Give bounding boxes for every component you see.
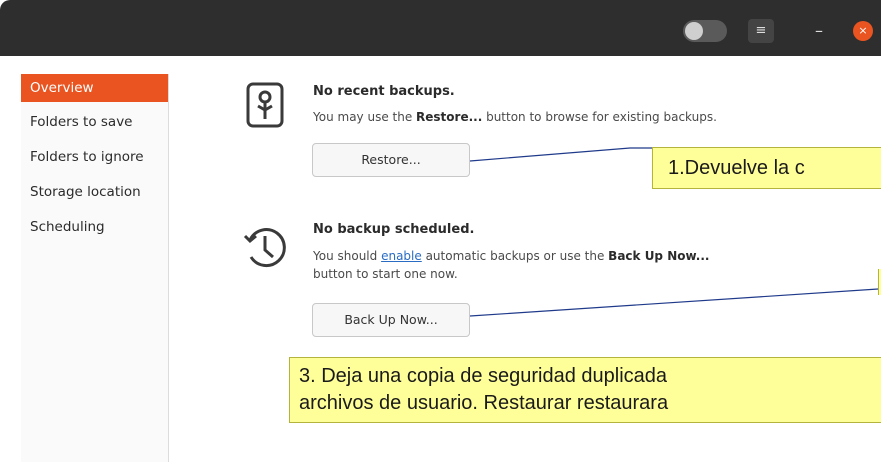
callout-3-line1: 3. Deja una copia de seguridad duplicada xyxy=(299,365,668,387)
backups-description: You may use the Restore... button to bro… xyxy=(313,110,717,124)
clock-history-icon xyxy=(243,228,286,268)
sidebar: Overview Folders to save Folders to igno… xyxy=(21,74,169,462)
hamburger-menu-icon[interactable]: ≡ xyxy=(748,19,774,43)
title-bar: ≡ – × xyxy=(0,0,881,56)
close-button[interactable]: × xyxy=(853,21,873,41)
backups-title: No recent backups. xyxy=(313,84,455,99)
restore-button[interactable]: Restore... xyxy=(312,143,470,177)
toggle-switch-icon[interactable] xyxy=(683,20,727,42)
sidebar-item-scheduling[interactable]: Scheduling xyxy=(21,213,168,248)
key-icon xyxy=(246,82,284,128)
sidebar-item-folders-to-ignore[interactable]: Folders to ignore xyxy=(21,143,168,178)
sidebar-item-folders-to-save[interactable]: Folders to save xyxy=(21,108,168,143)
sidebar-item-storage-location[interactable]: Storage location xyxy=(21,178,168,213)
schedule-title: No backup scheduled. xyxy=(313,222,475,237)
callout-restore-note: 1.Devuelve la c xyxy=(652,147,881,189)
schedule-description: You should enable automatic backups or u… xyxy=(313,249,710,263)
sidebar-item-overview[interactable]: Overview xyxy=(21,74,168,102)
callout-3-line2: archivos de usuario. Restaurar restaurar… xyxy=(299,392,669,414)
schedule-description-line2: button to start one now. xyxy=(313,267,458,281)
minimize-button[interactable]: – xyxy=(809,20,829,42)
app-window: ≡ – × Overview Folders to save Folders t… xyxy=(0,0,881,462)
toggle-knob xyxy=(685,22,703,40)
callout-backup-duplicate-note: 3. Deja una copia de seguridad duplicada… xyxy=(289,357,881,423)
enable-link[interactable]: enable xyxy=(381,249,422,263)
back-up-now-button[interactable]: Back Up Now... xyxy=(312,303,470,337)
